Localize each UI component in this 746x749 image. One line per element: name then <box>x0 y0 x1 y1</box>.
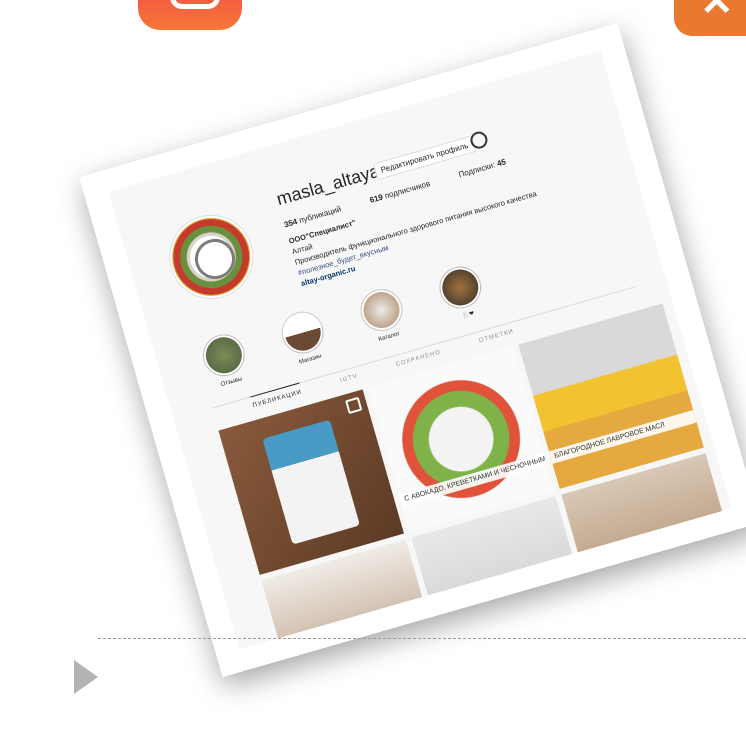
brand-logo-icon <box>190 234 240 284</box>
post-tile[interactable] <box>561 453 732 639</box>
highlight-label: Магазин <box>298 353 323 366</box>
following-number: 45 <box>495 157 507 169</box>
highlight-cover <box>197 329 250 382</box>
following-label: Подписки: <box>457 160 497 180</box>
highlight-label: Каталог <box>377 331 401 343</box>
followers-number: 619 <box>368 192 384 205</box>
profile-screenshot-photo: masla_altaya Редактировать профиль 354 п… <box>79 22 746 678</box>
slide-divider <box>98 638 746 639</box>
video-icon <box>345 396 363 415</box>
highlight-shop[interactable]: Магазин <box>272 305 337 370</box>
post-caption: С АВОКАДО, КРЕВЕТКАМИ И ЧЕСНОЧНЫМ МА <box>398 453 547 507</box>
highlight-label: Отзывы <box>220 376 243 389</box>
avatar[interactable] <box>160 206 262 308</box>
highlight-cover <box>355 284 408 337</box>
play-icon[interactable] <box>74 660 98 694</box>
tab-igtv[interactable]: IGTV <box>338 368 359 384</box>
highlight-food[interactable]: 🍴❤ <box>430 260 495 325</box>
close-icon[interactable]: ✕ <box>674 0 746 36</box>
highlight-catalog[interactable]: Каталог <box>351 283 416 348</box>
highlight-cover <box>276 306 329 359</box>
tab-tagged[interactable]: ОТМЕТКИ <box>477 323 515 345</box>
instagram-profile-screen: masla_altaya Редактировать профиль 354 п… <box>108 50 732 650</box>
highlight-reviews[interactable]: Отзывы <box>193 328 258 393</box>
tab-saved[interactable]: СОХРАНЕНО <box>394 344 441 368</box>
instagram-icon[interactable] <box>138 0 242 30</box>
highlight-cover <box>434 261 487 314</box>
posts-number: 354 <box>283 217 299 230</box>
highlight-label: 🍴❤ <box>461 310 476 320</box>
product-package-image <box>262 419 361 545</box>
post-caption: БЛАГОРОДНОЕ ЛАВРОВОЕ МАСЛ <box>548 410 697 464</box>
tab-posts[interactable]: ПУБЛИКАЦИИ <box>250 382 303 410</box>
close-glyph: ✕ <box>700 0 734 24</box>
